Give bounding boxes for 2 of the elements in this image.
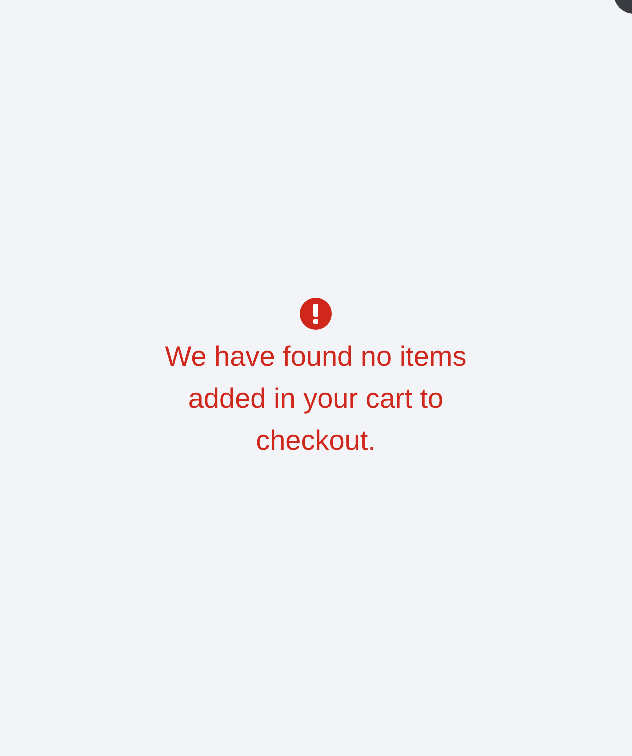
error-icon [300,298,332,330]
error-message: We have found no items added in your cart to checkout. [164,340,468,458]
